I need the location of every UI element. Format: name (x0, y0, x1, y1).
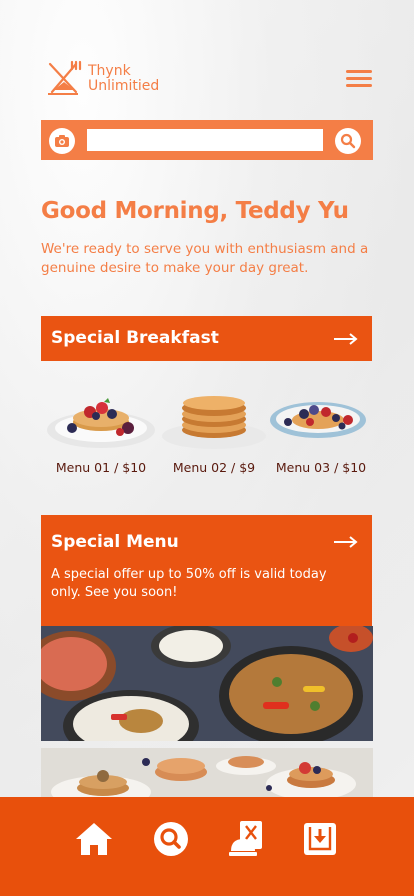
special-menu-food-photo[interactable] (41, 626, 373, 741)
nav-home-button[interactable] (74, 819, 114, 859)
greeting-title: Good Morning, Teddy Yu (41, 198, 349, 224)
search-input[interactable] (87, 129, 323, 151)
breakfast-item-3[interactable]: Menu 03 / $10 (266, 392, 376, 475)
magnifier-icon (340, 133, 356, 149)
arrow-right-icon (334, 536, 358, 548)
fork-knife-logo-icon (48, 60, 82, 95)
special-breakfast-header[interactable]: Special Breakfast (41, 316, 372, 361)
home-icon (76, 823, 112, 855)
special-breakfast-title: Special Breakfast (51, 328, 219, 348)
dining-icon (229, 821, 262, 856)
pancake-stack-image (162, 396, 266, 449)
pancake-berries-image (47, 398, 155, 448)
special-menu-title: Special Menu (51, 532, 179, 552)
brand-name-line1: Thynk (88, 63, 131, 79)
search-button[interactable] (335, 128, 361, 154)
nav-search-button[interactable] (151, 819, 191, 859)
hamburger-menu-button[interactable] (346, 70, 372, 88)
hamburger-line (346, 84, 372, 87)
nav-inbox-button[interactable] (300, 819, 340, 859)
breakfast-item-2[interactable]: Menu 02 / $9 (159, 392, 269, 475)
bottom-navigation (0, 797, 414, 896)
menu-item-label: Menu 01 / $10 (55, 460, 147, 475)
special-menu-card[interactable]: Special Menu A special offer up to 50% o… (41, 515, 372, 627)
breakfast-item-1[interactable]: Menu 01 / $10 (46, 392, 156, 475)
brand-logo[interactable]: Thynk Unlimitied (46, 60, 159, 98)
food-spread-image (41, 626, 373, 741)
hamburger-line (346, 77, 372, 80)
camera-icon (55, 135, 69, 147)
arrow-right-icon (334, 333, 358, 345)
search-icon (154, 822, 188, 856)
download-box-icon (304, 823, 336, 855)
special-menu-description: A special offer up to 50% off is valid t… (51, 567, 327, 600)
search-bar (41, 120, 373, 160)
greeting-subtitle: We're ready to serve you with enthusiasm… (41, 241, 369, 276)
home-screen: Thynk Unlimitied Good Morning, Teddy Yu (0, 0, 414, 896)
menu-item-label: Menu 03 / $10 (275, 460, 367, 475)
pancake-berries-image (270, 402, 366, 438)
menu-item-label: Menu 02 / $9 (172, 460, 256, 475)
nav-dining-button[interactable] (227, 819, 267, 859)
brand-name-line2: Unlimitied (88, 78, 160, 94)
hamburger-line (346, 70, 372, 73)
camera-button[interactable] (49, 128, 75, 154)
